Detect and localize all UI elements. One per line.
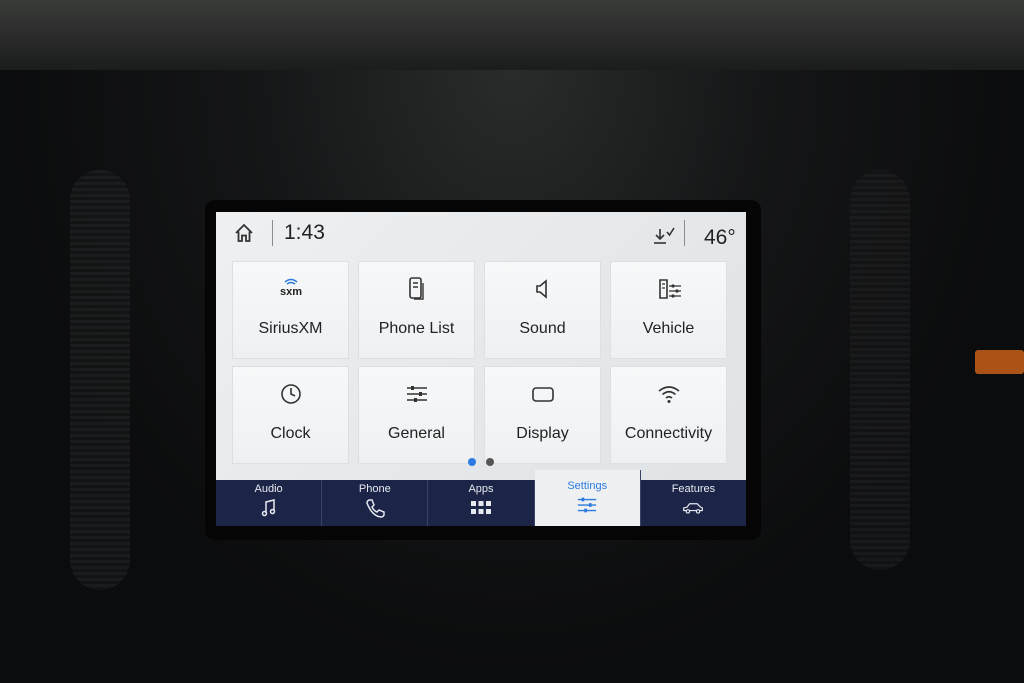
tile-label: Vehicle (642, 320, 695, 337)
tile-label: Clock (270, 425, 311, 442)
wifi-icon (654, 379, 684, 409)
download-complete-icon[interactable] (652, 226, 676, 246)
tile-label: Connectivity (624, 425, 713, 442)
nav-audio[interactable]: Audio (216, 480, 323, 526)
tile-label: General (388, 425, 445, 442)
tile-clock[interactable]: Clock (232, 366, 349, 464)
tile-siriusxm[interactable]: sxm SiriusXM (232, 261, 349, 359)
car-icon (682, 497, 704, 519)
gauge-indicator (975, 350, 1024, 374)
siriusxm-logo-text: sxm (279, 286, 301, 298)
nav-settings[interactable]: Settings (534, 470, 641, 526)
page-indicator (216, 458, 746, 466)
tile-label: Sound (519, 320, 566, 337)
sliders-icon (402, 379, 432, 409)
bottom-nav-bar: Audio Phone Apps Settings Features (216, 470, 746, 526)
page-dot-2[interactable] (486, 458, 494, 466)
tile-connectivity[interactable]: Connectivity (610, 366, 727, 464)
left-air-vent (70, 170, 130, 590)
page-dot-1[interactable] (468, 458, 476, 466)
status-divider (272, 220, 273, 246)
tile-general[interactable]: General (358, 366, 475, 464)
display-icon (528, 379, 558, 409)
tile-label: SiriusXM (258, 320, 323, 337)
phone-icon (364, 497, 386, 519)
phone-list-icon (402, 274, 432, 304)
outside-temperature: 46° (704, 226, 736, 249)
right-air-vent (850, 170, 910, 570)
nav-label: Apps (468, 483, 494, 495)
siriusxm-logo-icon: sxm (276, 274, 306, 304)
nav-apps[interactable]: Apps (428, 480, 535, 526)
status-clock: 1:43 (284, 221, 325, 244)
tile-phone-list[interactable]: Phone List (358, 261, 475, 359)
clock-icon (276, 379, 306, 409)
dashboard-background: 1:43 46° sxm SiriusXM Phone List Sound V… (0, 0, 1024, 683)
tile-display[interactable]: Display (484, 366, 601, 464)
tile-vehicle[interactable]: Vehicle (610, 261, 727, 359)
home-button[interactable] (232, 221, 256, 245)
status-divider-right (684, 220, 685, 246)
speaker-icon (528, 274, 558, 304)
nav-label: Phone (358, 483, 391, 495)
music-note-icon (258, 497, 280, 519)
nav-label: Settings (567, 480, 608, 492)
home-icon (235, 223, 253, 242)
tile-sound[interactable]: Sound (484, 261, 601, 359)
dashboard-top-panel (0, 0, 1024, 70)
vehicle-settings-icon (654, 274, 684, 304)
infotainment-screen: 1:43 46° sxm SiriusXM Phone List Sound V… (216, 212, 746, 526)
apps-grid-icon (470, 497, 492, 519)
status-bar: 1:43 46° (216, 212, 746, 254)
settings-tiles-grid: sxm SiriusXM Phone List Sound Vehicle Cl… (232, 261, 730, 464)
nav-phone[interactable]: Phone (322, 480, 429, 526)
nav-label: Audio (254, 483, 283, 495)
nav-label: Features (671, 483, 716, 495)
tile-label: Phone List (378, 320, 455, 337)
nav-features[interactable]: Features (641, 480, 746, 526)
settings-sliders-icon (576, 494, 598, 516)
tile-label: Display (516, 425, 569, 442)
